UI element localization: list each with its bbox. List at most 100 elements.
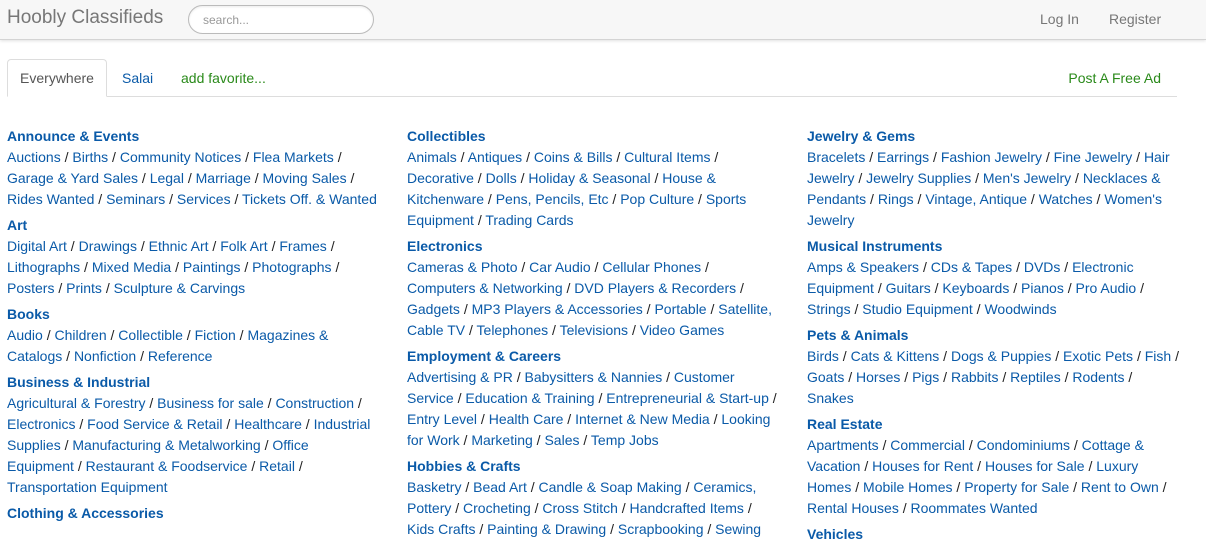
subcategory-link[interactable]: Electronics	[7, 416, 75, 432]
subcategory-link[interactable]: Business for sale	[157, 395, 264, 411]
subcategory-link[interactable]: Trading Cards	[485, 212, 573, 228]
login-link[interactable]: Log In	[1040, 11, 1079, 27]
subcategory-link[interactable]: Watches	[1039, 191, 1093, 207]
subcategory-link[interactable]: Rabbits	[951, 369, 998, 385]
subcategory-link[interactable]: Children	[54, 327, 106, 343]
subcategory-link[interactable]: Kids Crafts	[407, 521, 475, 537]
subcategory-link[interactable]: Drawings	[79, 238, 137, 254]
subcategory-link[interactable]: Pens, Pencils, Etc	[496, 191, 609, 207]
subcategory-link[interactable]: Education & Training	[465, 390, 594, 406]
subcategory-link[interactable]: Roommates Wanted	[911, 500, 1038, 516]
subcategory-link[interactable]: Mobile Homes	[863, 479, 952, 495]
subcategory-link[interactable]: Ethnic Art	[149, 238, 209, 254]
subcategory-link[interactable]: Lithographs	[7, 259, 80, 275]
add-favorite-link[interactable]: add favorite...	[181, 70, 266, 86]
subcategory-link[interactable]: Handcrafted Items	[630, 500, 744, 516]
subcategory-link[interactable]: MP3 Players & Accessories	[472, 301, 643, 317]
subcategory-link[interactable]: Fish	[1145, 348, 1171, 364]
subcategory-link[interactable]: Reptiles	[1010, 369, 1061, 385]
subcategory-link[interactable]: Cultural Items	[624, 149, 710, 165]
subcategory-link[interactable]: Construction	[275, 395, 354, 411]
subcategory-link[interactable]: Computers & Networking	[407, 280, 563, 296]
subcategory-link[interactable]: Coins & Bills	[534, 149, 613, 165]
subcategory-link[interactable]: Collectible	[118, 327, 183, 343]
subcategory-link[interactable]: Entrepreneurial & Start-up	[606, 390, 769, 406]
subcategory-link[interactable]: Houses for Rent	[872, 458, 973, 474]
subcategory-link[interactable]: Prints	[66, 280, 102, 296]
subcategory-link[interactable]: Sales	[544, 432, 579, 448]
tab-location-salai[interactable]: Salai	[122, 70, 153, 86]
subcategory-link[interactable]: Garage & Yard Sales	[7, 170, 138, 186]
subcategory-link[interactable]: Birds	[807, 348, 839, 364]
subcategory-link[interactable]: Rodents	[1072, 369, 1124, 385]
category-title-link[interactable]: Electronics	[407, 237, 779, 256]
subcategory-link[interactable]: Retail	[259, 458, 295, 474]
subcategory-link[interactable]: Health Care	[489, 411, 564, 427]
subcategory-link[interactable]: Community Notices	[120, 149, 241, 165]
subcategory-link[interactable]: Apartments	[807, 437, 879, 453]
subcategory-link[interactable]: Rides Wanted	[7, 191, 94, 207]
subcategory-link[interactable]: Babysitters & Nannies	[525, 369, 663, 385]
subcategory-link[interactable]: DVD Players & Recorders	[574, 280, 736, 296]
subcategory-link[interactable]: Moving Sales	[263, 170, 347, 186]
brand-logo-link[interactable]: Hoobly Classifieds	[7, 7, 163, 29]
subcategory-link[interactable]: Animals	[407, 149, 457, 165]
subcategory-link[interactable]: Candle & Soap Making	[539, 479, 682, 495]
category-title-link[interactable]: Art	[7, 216, 379, 235]
subcategory-link[interactable]: Dolls	[486, 170, 517, 186]
subcategory-link[interactable]: Snakes	[807, 390, 854, 406]
subcategory-link[interactable]: Tickets Off. & Wanted	[242, 191, 377, 207]
subcategory-link[interactable]: Agricultural & Forestry	[7, 395, 145, 411]
subcategory-link[interactable]: Earrings	[877, 149, 929, 165]
subcategory-link[interactable]: Transportation Equipment	[7, 479, 168, 495]
subcategory-link[interactable]: Men's Jewelry	[983, 170, 1071, 186]
category-title-link[interactable]: Employment & Careers	[407, 347, 779, 366]
subcategory-link[interactable]: Scrapbooking	[618, 521, 704, 537]
subcategory-link[interactable]: Fine Jewelry	[1054, 149, 1133, 165]
subcategory-link[interactable]: Holiday & Seasonal	[528, 170, 650, 186]
subcategory-link[interactable]: Televisions	[560, 322, 628, 338]
subcategory-link[interactable]: DVDs	[1024, 259, 1061, 275]
subcategory-link[interactable]: Bead Art	[473, 479, 527, 495]
subcategory-link[interactable]: Property for Sale	[964, 479, 1069, 495]
subcategory-link[interactable]: Temp Jobs	[591, 432, 659, 448]
subcategory-link[interactable]: Dogs & Puppies	[951, 348, 1051, 364]
category-title-link[interactable]: Pets & Animals	[807, 326, 1179, 345]
tab-everywhere[interactable]: Everywhere	[7, 59, 107, 97]
subcategory-link[interactable]: Fashion Jewelry	[941, 149, 1042, 165]
subcategory-link[interactable]: Horses	[856, 369, 900, 385]
subcategory-link[interactable]: Keyboards	[942, 280, 1009, 296]
subcategory-link[interactable]: CDs & Tapes	[931, 259, 1012, 275]
subcategory-link[interactable]: Bracelets	[807, 149, 865, 165]
subcategory-link[interactable]: Decorative	[407, 170, 474, 186]
subcategory-link[interactable]: Basketry	[407, 479, 461, 495]
search-input[interactable]	[188, 5, 374, 34]
subcategory-link[interactable]: Paintings	[183, 259, 241, 275]
category-title-link[interactable]: Vehicles	[807, 525, 1179, 544]
category-title-link[interactable]: Clothing & Accessories	[7, 504, 379, 523]
subcategory-link[interactable]: Crocheting	[463, 500, 531, 516]
subcategory-link[interactable]: Healthcare	[234, 416, 302, 432]
subcategory-link[interactable]: Woodwinds	[984, 301, 1056, 317]
subcategory-link[interactable]: Internet & New Media	[575, 411, 710, 427]
subcategory-link[interactable]: Marriage	[196, 170, 251, 186]
subcategory-link[interactable]: Strings	[807, 301, 851, 317]
subcategory-link[interactable]: Births	[72, 149, 108, 165]
subcategory-link[interactable]: Posters	[7, 280, 54, 296]
subcategory-link[interactable]: Pianos	[1021, 280, 1064, 296]
subcategory-link[interactable]: Advertising & PR	[407, 369, 513, 385]
subcategory-link[interactable]: Telephones	[477, 322, 549, 338]
subcategory-link[interactable]: Pro Audio	[1076, 280, 1137, 296]
post-free-ad-link[interactable]: Post A Free Ad	[1068, 70, 1161, 86]
subcategory-link[interactable]: Amps & Speakers	[807, 259, 919, 275]
subcategory-link[interactable]: Condominiums	[977, 437, 1070, 453]
subcategory-link[interactable]: Gadgets	[407, 301, 460, 317]
subcategory-link[interactable]: Vintage, Antique	[925, 191, 1027, 207]
subcategory-link[interactable]: Cross Stitch	[542, 500, 617, 516]
subcategory-link[interactable]: Photographs	[252, 259, 331, 275]
category-title-link[interactable]: Real Estate	[807, 415, 1179, 434]
subcategory-link[interactable]: Rings	[878, 191, 914, 207]
subcategory-link[interactable]: Audio	[7, 327, 43, 343]
subcategory-link[interactable]: Commercial	[890, 437, 965, 453]
subcategory-link[interactable]: Auctions	[7, 149, 61, 165]
